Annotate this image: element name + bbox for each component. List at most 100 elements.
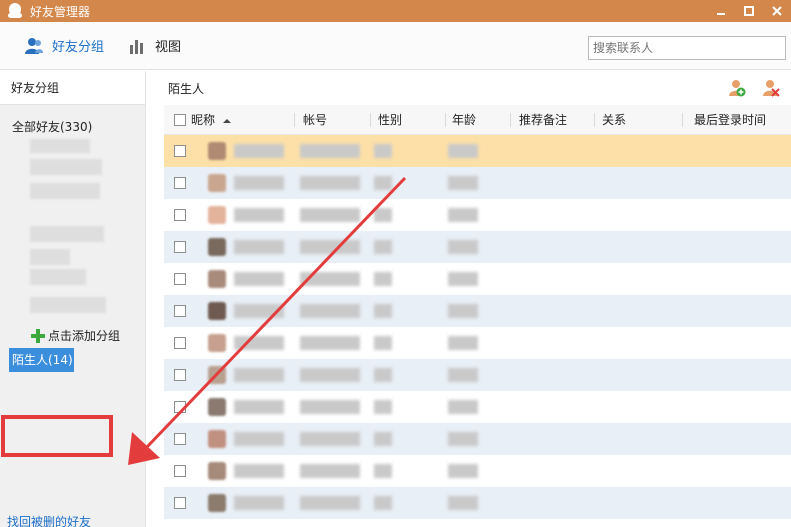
column-relation[interactable]: 关系 <box>602 105 626 135</box>
avatar <box>208 398 226 416</box>
close-button[interactable] <box>763 0 791 22</box>
recover-deleted-friends-link[interactable]: 找回被删的好友 <box>7 513 91 527</box>
blurred-cell <box>374 304 392 318</box>
column-gender[interactable]: 性别 <box>378 105 402 135</box>
blurred-cell <box>448 144 478 158</box>
blurred-cell <box>300 208 360 222</box>
table-row[interactable] <box>164 263 791 295</box>
blurred-group[interactable] <box>30 269 86 285</box>
blurred-group[interactable] <box>30 226 104 242</box>
search-input[interactable] <box>588 36 786 60</box>
add-group-label: 点击添加分组 <box>48 329 121 343</box>
add-friend-icon[interactable] <box>728 79 746 97</box>
blurred-group[interactable] <box>30 183 100 199</box>
blurred-cell <box>300 432 360 446</box>
blurred-group[interactable] <box>30 139 90 153</box>
avatar <box>208 494 226 512</box>
column-nickname[interactable]: 昵称 <box>191 105 231 135</box>
row-checkbox[interactable] <box>174 337 186 349</box>
blurred-cell <box>300 240 360 254</box>
avatar <box>208 334 226 352</box>
table-row[interactable] <box>164 391 791 423</box>
column-account[interactable]: 帐号 <box>303 105 327 135</box>
row-checkbox[interactable] <box>174 177 186 189</box>
table-header: 昵称 帐号 性别 年龄 推荐备注 关系 最后登录时间 <box>164 105 791 135</box>
add-group-button[interactable]: 点击添加分组 <box>31 327 120 344</box>
column-last-login[interactable]: 最后登录时间 <box>694 105 766 135</box>
table-row[interactable] <box>164 455 791 487</box>
friend-groups-tab[interactable]: 好友分组 <box>24 36 104 55</box>
blurred-cell <box>374 176 392 190</box>
title-bar: 好友管理器 <box>0 0 791 22</box>
avatar <box>208 462 226 480</box>
sidebar-item-all-friends[interactable]: 全部好友(330) <box>12 118 92 135</box>
row-checkbox[interactable] <box>174 305 186 317</box>
blurred-group[interactable] <box>30 249 70 265</box>
row-checkbox[interactable] <box>174 465 186 477</box>
blurred-cell <box>374 496 392 510</box>
row-checkbox[interactable] <box>174 401 186 413</box>
blurred-cell <box>374 144 392 158</box>
sort-ascending-icon <box>222 119 231 123</box>
close-icon <box>772 6 782 16</box>
blurred-cell <box>448 432 478 446</box>
blurred-group[interactable] <box>30 159 102 175</box>
minimize-button[interactable] <box>707 0 735 22</box>
avatar <box>208 206 226 224</box>
table-row[interactable] <box>164 231 791 263</box>
view-tab[interactable]: 视图 <box>129 36 181 55</box>
blurred-cell <box>234 176 284 190</box>
group-sidebar: 好友分组 全部好友(330) 点击添加分组 陌生人(14) 找回被删的好友 <box>0 71 146 527</box>
row-checkbox[interactable] <box>174 433 186 445</box>
blurred-cell <box>374 272 392 286</box>
sidebar-item-strangers[interactable]: 陌生人(14) <box>9 348 74 372</box>
avatar <box>208 174 226 192</box>
bar-chart-icon <box>130 39 143 54</box>
blurred-cell <box>374 432 392 446</box>
row-checkbox[interactable] <box>174 273 186 285</box>
row-checkbox[interactable] <box>174 209 186 221</box>
row-checkbox[interactable] <box>174 497 186 509</box>
blurred-cell <box>300 272 360 286</box>
blurred-cell <box>374 336 392 350</box>
blurred-cell <box>448 336 478 350</box>
avatar <box>208 270 226 288</box>
window-title: 好友管理器 <box>30 4 91 19</box>
table-row[interactable] <box>164 295 791 327</box>
blurred-cell <box>234 144 284 158</box>
blurred-cell <box>300 464 360 478</box>
table-row[interactable] <box>164 135 791 167</box>
table-row[interactable] <box>164 423 791 455</box>
column-age[interactable]: 年龄 <box>452 105 476 135</box>
row-checkbox[interactable] <box>174 369 186 381</box>
view-label: 视图 <box>155 40 182 55</box>
blurred-cell <box>448 464 478 478</box>
blurred-cell <box>300 336 360 350</box>
select-all-checkbox[interactable] <box>174 114 186 126</box>
highlight-box <box>1 415 113 457</box>
table-row[interactable] <box>164 199 791 231</box>
avatar <box>208 430 226 448</box>
table-row[interactable] <box>164 487 791 519</box>
blurred-cell <box>234 464 284 478</box>
table-row[interactable] <box>164 359 791 391</box>
blurred-cell <box>234 432 284 446</box>
friend-manager-window: 好友管理器 好友分组 视图 搜索联系人 好友分组 全部好友(330) 点击添加分… <box>0 0 791 527</box>
avatar <box>208 142 226 160</box>
blurred-cell <box>374 240 392 254</box>
table-row[interactable] <box>164 167 791 199</box>
row-checkbox[interactable] <box>174 145 186 157</box>
column-recommended-note[interactable]: 推荐备注 <box>519 105 567 135</box>
blurred-cell <box>374 464 392 478</box>
plus-icon <box>31 328 45 343</box>
table-row[interactable] <box>164 327 791 359</box>
row-checkbox[interactable] <box>174 241 186 253</box>
avatar <box>208 366 226 384</box>
delete-friend-icon[interactable] <box>762 79 780 97</box>
minimize-icon <box>717 13 725 15</box>
avatar <box>208 238 226 256</box>
blurred-cell <box>448 208 478 222</box>
maximize-button[interactable] <box>735 0 763 22</box>
blurred-cell <box>234 368 284 382</box>
blurred-group[interactable] <box>30 297 106 313</box>
